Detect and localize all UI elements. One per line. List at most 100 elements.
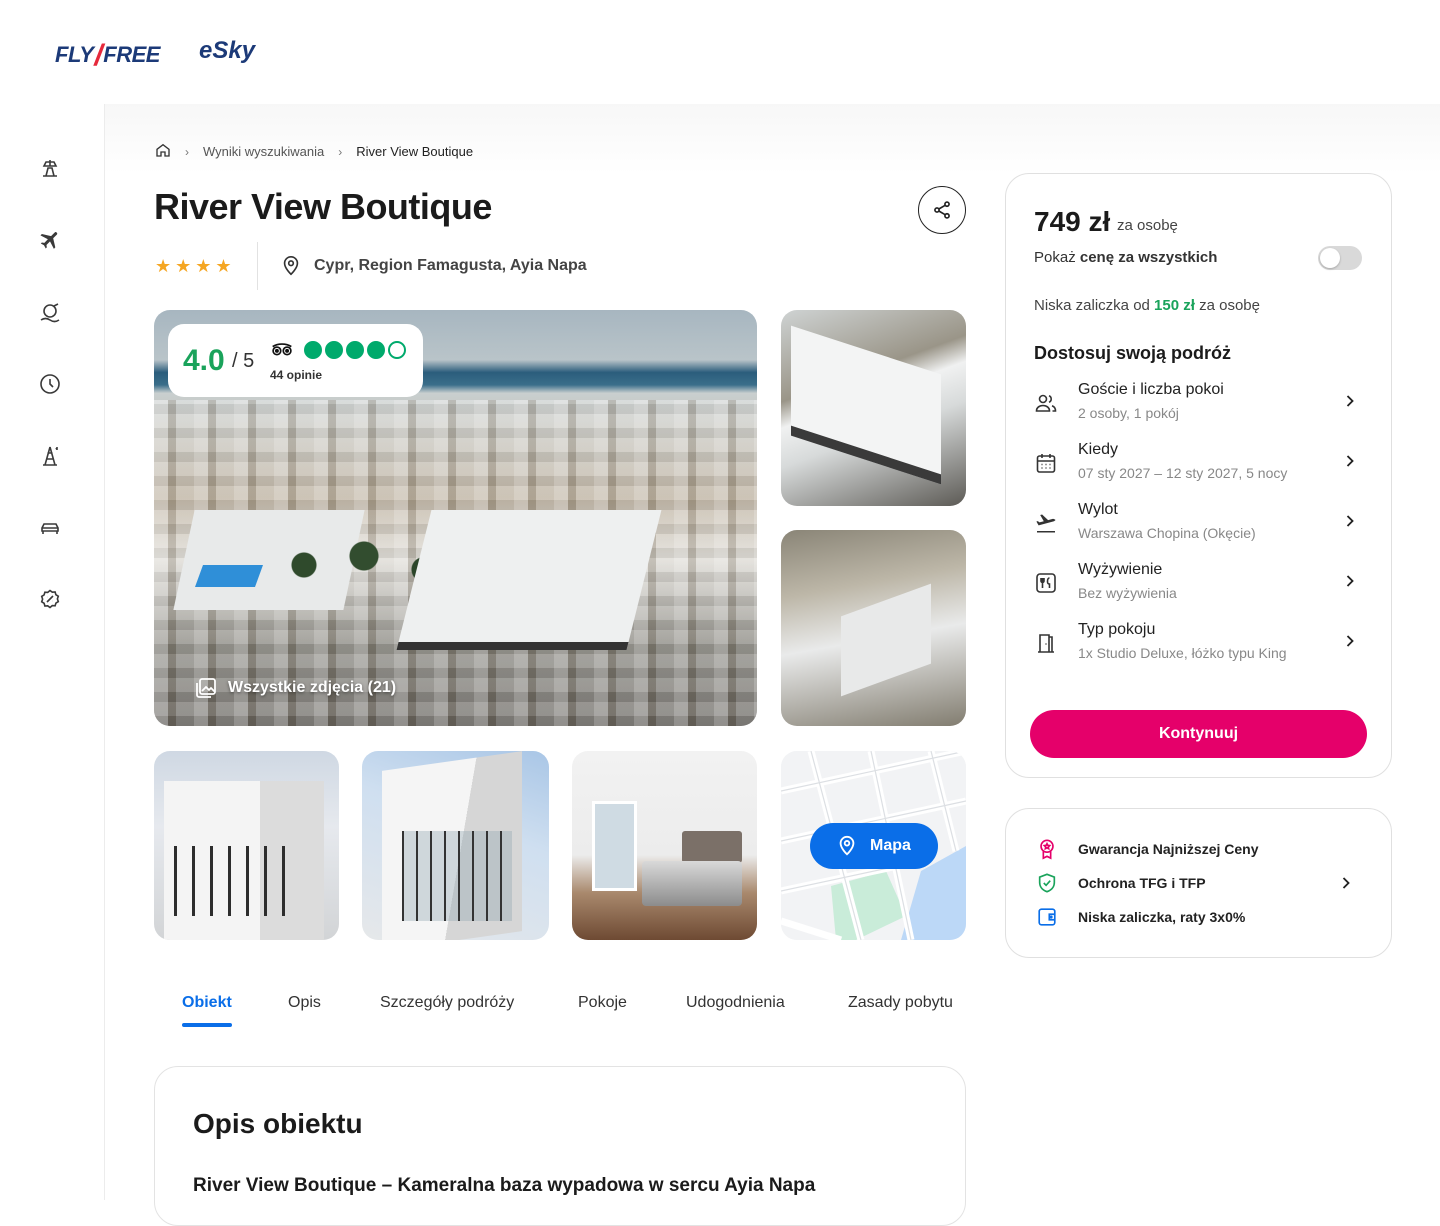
hotel-location[interactable]: Cypr, Region Famagusta, Ayia Napa: [280, 254, 587, 278]
flyfree-slash-icon: /: [94, 39, 103, 72]
toggle-label-bold: cenę za wszystkich: [1079, 249, 1218, 266]
guarantee-label: Ochrona TFG i TFP: [1078, 875, 1206, 891]
description-title: Opis obiektu: [193, 1108, 363, 1139]
share-icon: [934, 201, 950, 219]
gallery-photo[interactable]: [781, 310, 966, 506]
esky-logo[interactable]: eSky: [199, 37, 255, 65]
customize-title: Dostosuj swoją podróż: [1034, 343, 1232, 363]
description-subtitle: River View Boutique – Kameralna baza wyp…: [193, 1175, 816, 1196]
plane-icon[interactable]: [38, 228, 62, 252]
breadcrumb-results-link[interactable]: Wyniki wyszukiwania: [203, 144, 324, 159]
tab-zasady-pobytu[interactable]: Zasady pobytu: [848, 994, 953, 1012]
flyfree-logo-left: FLY: [55, 42, 94, 67]
breadcrumb-separator-icon: ›: [185, 144, 189, 159]
guarantee-label: Niska zaliczka, raty 3x0%: [1078, 909, 1246, 925]
price-for-all-toggle[interactable]: [1318, 246, 1362, 270]
option-value: 1x Studio Deluxe, łóżko typu King: [1078, 645, 1287, 661]
share-button[interactable]: [918, 186, 966, 234]
option-dates[interactable]: Kiedy 07 sty 2027 – 12 sty 2027, 5 nocy: [1034, 441, 1364, 491]
gallery-icon: [196, 678, 216, 698]
chevron-right-icon: [1340, 631, 1360, 651]
option-value: 2 osoby, 1 pokój: [1078, 405, 1179, 421]
island-icon[interactable]: [38, 300, 62, 324]
description-card: [154, 1066, 966, 1226]
top-bar: FLY/FREE eSky: [0, 0, 1440, 104]
sidebar: [0, 104, 105, 1200]
price-unit: za osobę: [1117, 217, 1178, 234]
chevron-right-icon[interactable]: [1336, 873, 1356, 893]
breadcrumb-separator-icon: ›: [338, 144, 343, 159]
gallery-photo[interactable]: [154, 751, 339, 940]
option-label: Kiedy: [1078, 441, 1119, 458]
meal-icon: [1034, 571, 1058, 595]
gallery-photo[interactable]: [781, 530, 966, 726]
rating-bubble-empty: [388, 341, 406, 359]
rating-bubble-filled: [367, 341, 385, 359]
map-button-label: Mapa: [870, 837, 911, 854]
photo-balconies: [174, 846, 294, 916]
star-icon: ★: [175, 256, 192, 276]
option-room-type[interactable]: Typ pokoju 1x Studio Deluxe, łóżko typu …: [1034, 621, 1364, 671]
flyfree-logo-right: FREE: [103, 42, 160, 67]
hotel-stars: ★ ★ ★ ★: [155, 256, 232, 276]
photo-balconies: [402, 831, 512, 921]
rating-score: 4.0: [183, 344, 225, 377]
star-icon: ★: [195, 256, 212, 276]
home-icon[interactable]: [155, 142, 171, 161]
chevron-right-icon: [1340, 391, 1360, 411]
active-tab-indicator: [182, 1023, 232, 1027]
tab-szczegoly-podrozy[interactable]: Szczegóły podróży: [380, 994, 514, 1012]
option-meal[interactable]: Wyżywienie Bez wyżywienia: [1034, 561, 1364, 611]
photo-headboard: [682, 831, 742, 863]
option-departure[interactable]: Wylot Warszawa Chopina (Okęcie): [1034, 501, 1364, 551]
price-toggle-label: Pokaż cenę za wszystkich: [1034, 249, 1217, 266]
all-photos-button[interactable]: Wszystkie zdjęcia (21): [194, 676, 396, 700]
tab-udogodnienia[interactable]: Udogodnienia: [686, 994, 785, 1012]
rating-bubble-filled: [325, 341, 343, 359]
car-icon[interactable]: [38, 516, 62, 540]
option-value: Bez wyżywienia: [1078, 585, 1177, 601]
chevron-right-icon: [1340, 511, 1360, 531]
map-button[interactable]: Mapa: [810, 823, 938, 869]
star-icon: ★: [155, 256, 172, 276]
deposit-suffix: za osobę: [1194, 297, 1260, 314]
gallery-photo[interactable]: [572, 751, 757, 940]
discount-icon[interactable]: [38, 588, 62, 612]
toggle-knob: [1320, 248, 1340, 268]
photo-pool: [194, 565, 264, 587]
flyfree-logo[interactable]: FLY/FREE: [55, 36, 160, 72]
toggle-label-prefix: Pokaż: [1034, 249, 1080, 266]
breadcrumb-current: River View Boutique: [356, 144, 474, 159]
chevron-right-icon: [1340, 571, 1360, 591]
location-text: Cypr, Region Famagusta, Ayia Napa: [314, 257, 587, 274]
breadcrumb: › Wyniki wyszukiwania › River View Bouti…: [155, 142, 473, 161]
calendar-icon: [1034, 451, 1058, 475]
clock-icon[interactable]: [38, 372, 62, 396]
guarantee-tfg: Ochrona TFG i TFP: [1036, 872, 1206, 894]
door-icon: [1034, 631, 1058, 655]
location-pin-icon: [283, 256, 299, 276]
option-label: Typ pokoju: [1078, 621, 1156, 638]
photo-building: [396, 510, 662, 650]
option-label: Wyżywienie: [1078, 561, 1163, 578]
option-guests[interactable]: Goście i liczba pokoi 2 osoby, 1 pokój: [1034, 381, 1364, 431]
deposit-info: Niska zaliczka od 150 zł za osobę: [1034, 297, 1260, 314]
page-title: River View Boutique: [154, 186, 492, 227]
tab-obiekt[interactable]: Obiekt: [182, 994, 232, 1012]
guarantee-lowest-price: Gwarancja Najniższej Ceny: [1036, 838, 1259, 860]
rating-bubbles: [304, 341, 406, 359]
option-value: 07 sty 2027 – 12 sty 2027, 5 nocy: [1078, 465, 1288, 481]
option-label: Goście i liczba pokoi: [1078, 381, 1224, 398]
tab-opis[interactable]: Opis: [288, 994, 321, 1012]
gallery-photo[interactable]: [362, 751, 549, 940]
option-label: Wylot: [1078, 501, 1118, 518]
tab-pokoje[interactable]: Pokoje: [578, 994, 627, 1012]
beach-holiday-icon[interactable]: [38, 156, 62, 180]
continue-button[interactable]: Kontynuuj: [1030, 710, 1367, 758]
rating-bubble-filled: [304, 341, 322, 359]
reviews-count[interactable]: 44 opinie: [270, 368, 322, 382]
landmark-icon[interactable]: [38, 444, 62, 468]
photo-building: [791, 325, 941, 485]
section-tabs: Obiekt Opis Szczegóły podróży Pokoje Udo…: [154, 990, 966, 1028]
divider: [257, 242, 258, 290]
